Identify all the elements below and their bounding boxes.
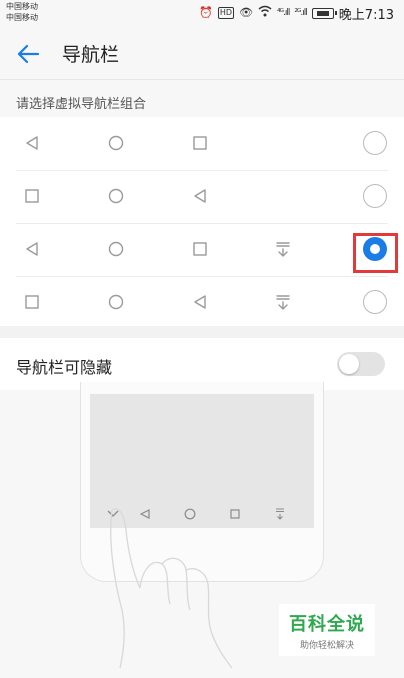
divider	[0, 79, 404, 80]
home-icon	[106, 292, 126, 312]
battery-icon	[311, 7, 337, 19]
back-button[interactable]	[10, 36, 46, 72]
nav-layout-option-3[interactable]	[0, 223, 404, 276]
eye-icon: 👁	[239, 6, 254, 19]
hd-icon: HD	[217, 7, 235, 19]
signal-1-icon: ⁴ᴳ.ıll	[277, 8, 290, 18]
nav-layout-option-2[interactable]	[0, 170, 404, 223]
notification-icon	[273, 239, 293, 259]
watermark-logo: 百科全说 助你轻松解决	[279, 604, 375, 656]
recent-icon	[190, 133, 210, 153]
section-header: 请选择虚拟导航栏组合	[16, 97, 147, 112]
toggle-knob	[339, 354, 359, 374]
hide-navbar-toggle[interactable]	[337, 352, 385, 376]
nav-layout-option-4[interactable]	[0, 276, 404, 329]
radio-button[interactable]	[363, 184, 387, 208]
watermark-title: 百科全说	[289, 614, 365, 635]
home-icon	[106, 186, 126, 206]
notification-icon	[273, 292, 293, 312]
home-icon	[106, 239, 126, 259]
back-icon	[190, 186, 210, 206]
status-icons: ⏰ HD 👁 ⁴ᴳ.ıll ²ᴳ.ıll 晚上7:13	[199, 5, 394, 23]
carrier-label-1: 中国移动	[6, 2, 38, 11]
radio-button[interactable]	[363, 290, 387, 314]
status-bar: 中国移动 中国移动 ⏰ HD 👁 ⁴ᴳ.ıll ²ᴳ.ıll 晚上7:13	[0, 0, 404, 28]
status-time: 晚上7:13	[338, 7, 394, 23]
carrier-label-2: 中国移动	[6, 13, 38, 22]
recent-icon	[22, 186, 42, 206]
hand-gesture-icon	[110, 508, 233, 669]
back-icon	[190, 292, 210, 312]
nav-layout-list	[0, 117, 404, 326]
home-icon	[106, 133, 126, 153]
recent-icon	[190, 239, 210, 259]
recent-icon	[22, 292, 42, 312]
watermark-subtitle: 助你轻松解决	[299, 641, 354, 651]
notification-icon	[273, 507, 287, 521]
hide-navbar-label: 导航栏可隐藏	[16, 358, 113, 377]
alarm-icon: ⏰	[199, 6, 213, 19]
highlight-annotation	[353, 233, 398, 273]
wifi-icon	[258, 5, 272, 21]
arrow-left-icon	[17, 44, 40, 64]
page-title: 导航栏	[62, 44, 120, 66]
back-icon	[22, 239, 42, 259]
nav-layout-option-1[interactable]	[0, 117, 404, 170]
section-gap	[0, 326, 404, 338]
app-bar: 导航栏	[0, 28, 404, 80]
radio-button[interactable]	[363, 131, 387, 155]
signal-2-icon: ²ᴳ.ıll	[294, 8, 307, 18]
back-icon	[22, 133, 42, 153]
